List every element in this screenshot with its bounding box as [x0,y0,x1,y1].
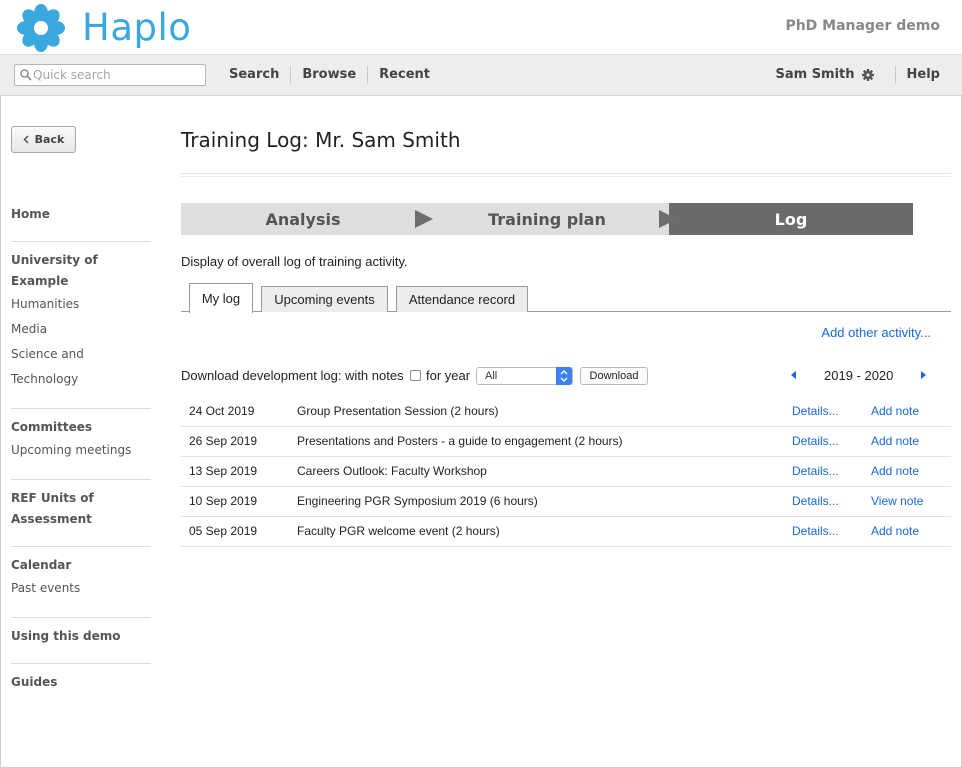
back-button-label: Back [34,133,65,146]
nav-links: Search Browse Recent [218,66,441,84]
note-link[interactable]: Add note [871,426,951,457]
table-row: 26 Sep 2019 Presentations and Posters - … [181,426,951,457]
sidebar-item-using-this-demo[interactable]: Using this demo [11,626,151,647]
search-icon [20,69,32,81]
tab-attendance-record[interactable]: Attendance record [396,286,528,312]
table-row: 10 Sep 2019 Engineering PGR Symposium 20… [181,486,951,517]
for-year-label: for year [426,368,471,383]
details-link[interactable]: Details... [792,396,871,427]
sidebar-item-humanities[interactable]: Humanities [11,292,151,317]
log-date: 24 Oct 2019 [181,396,297,427]
logo-text[interactable]: Haplo [82,6,191,49]
log-title: Careers Outlook: Faculty Workshop [297,456,792,487]
sidebar-item-past-events[interactable]: Past events [11,576,151,601]
log-date: 13 Sep 2019 [181,456,297,487]
next-year-icon[interactable] [921,371,926,379]
log-title: Group Presentation Session (2 hours) [297,396,792,427]
chevron-left-icon [23,135,29,144]
nav-recent-link[interactable]: Recent [367,66,441,84]
log-date: 26 Sep 2019 [181,426,297,457]
sidebar-item-home[interactable]: Home [11,204,151,225]
tab-upcoming-events[interactable]: Upcoming events [261,286,388,312]
site-header: Haplo PhD Manager demo [0,0,962,55]
title-divider [181,173,951,177]
note-link[interactable]: Add note [871,396,951,427]
details-link[interactable]: Details... [792,516,871,547]
app-name: PhD Manager demo [785,18,940,34]
sidebar: Home University of Example Humanities Me… [11,196,151,709]
top-navbar: Search Browse Recent Sam Smith Help [0,55,962,96]
step-arrow-icon [415,210,433,228]
sidebar-item-media[interactable]: Media [11,317,151,342]
log-title: Faculty PGR welcome event (2 hours) [297,516,792,547]
table-row: 05 Sep 2019 Faculty PGR welcome event (2… [181,516,951,547]
note-link[interactable]: Add note [871,516,951,547]
download-log-row: Download development log: with notes for… [181,366,951,386]
sidebar-item-science-and-technology[interactable]: Science and Technology [11,342,151,392]
table-row: 24 Oct 2019 Group Presentation Session (… [181,396,951,427]
nav-search-link[interactable]: Search [218,66,290,84]
tab-attendance-record-label: Attendance record [408,292,516,307]
year-range-label: 2019 - 2020 [824,368,894,383]
sidebar-group-home: Home [11,196,151,242]
gear-icon[interactable] [861,69,874,81]
nav-browse-link[interactable]: Browse [290,66,367,84]
training-log-table: 24 Oct 2019 Group Presentation Session (… [181,396,951,547]
download-button-label: Download [589,370,639,382]
page-description: Display of overall log of training activ… [181,254,408,269]
download-button[interactable]: Download [580,367,648,385]
step-analysis-label: Analysis [265,209,341,229]
help-link[interactable]: Help [894,66,940,84]
year-select[interactable]: All [476,367,573,385]
log-tabs: My log Upcoming events Attendance record [181,283,951,313]
note-link[interactable]: View note [871,486,951,517]
year-select-value: All [485,370,498,382]
log-date: 10 Sep 2019 [181,486,297,517]
add-other-activity-link[interactable]: Add other activity... [821,325,931,340]
step-analysis[interactable]: Analysis [181,203,433,235]
tab-upcoming-events-label: Upcoming events [274,292,375,307]
note-link[interactable]: Add note [871,456,951,487]
sidebar-group-guides: Guides [11,664,151,709]
table-row: 13 Sep 2019 Careers Outlook: Faculty Wor… [181,456,951,487]
sidebar-group-ref-units: REF Units of Assessment [11,480,151,547]
sidebar-item-ref-units[interactable]: REF Units of Assessment [11,488,151,530]
previous-year-icon[interactable] [791,371,796,379]
haplo-flower-logo-icon[interactable] [14,3,68,53]
details-link[interactable]: Details... [792,426,871,457]
step-log-label: Log [774,209,808,229]
step-training-plan-label: Training plan [488,209,606,229]
page-title: Training Log: Mr. Sam Smith [181,128,461,152]
sidebar-item-upcoming-meetings[interactable]: Upcoming meetings [11,438,151,463]
sidebar-item-university-of-example[interactable]: University of Example [11,250,151,292]
select-updown-icon [556,367,572,385]
for-year-checkbox[interactable] [410,370,421,381]
sidebar-group-committees: Committees Upcoming meetings [11,409,151,480]
quick-search-box[interactable] [14,64,206,86]
workflow-steps: Analysis Training plan Log [181,203,913,235]
sidebar-group-calendar: Calendar Past events [11,547,151,618]
back-button[interactable]: Back [11,126,76,153]
download-log-label: Download development log: with notes [181,368,404,383]
user-area: Sam Smith Help [775,66,940,84]
sidebar-group-using-demo: Using this demo [11,618,151,664]
log-title: Engineering PGR Symposium 2019 (6 hours) [297,486,792,517]
tab-my-log[interactable]: My log [189,283,253,313]
tab-my-log-label: My log [201,291,241,306]
sidebar-item-guides[interactable]: Guides [11,672,151,693]
details-link[interactable]: Details... [792,486,871,517]
sidebar-item-committees[interactable]: Committees [11,417,151,438]
sidebar-item-calendar[interactable]: Calendar [11,555,151,576]
step-training-plan[interactable]: Training plan [425,203,677,235]
step-arrow-icon [659,210,677,228]
log-date: 05 Sep 2019 [181,516,297,547]
quick-search-input[interactable] [33,67,203,83]
step-log[interactable]: Log [669,203,913,235]
details-link[interactable]: Details... [792,456,871,487]
log-title: Presentations and Posters - a guide to e… [297,426,792,457]
sidebar-group-university: University of Example Humanities Media S… [11,242,151,409]
user-name-link[interactable]: Sam Smith [775,66,854,84]
